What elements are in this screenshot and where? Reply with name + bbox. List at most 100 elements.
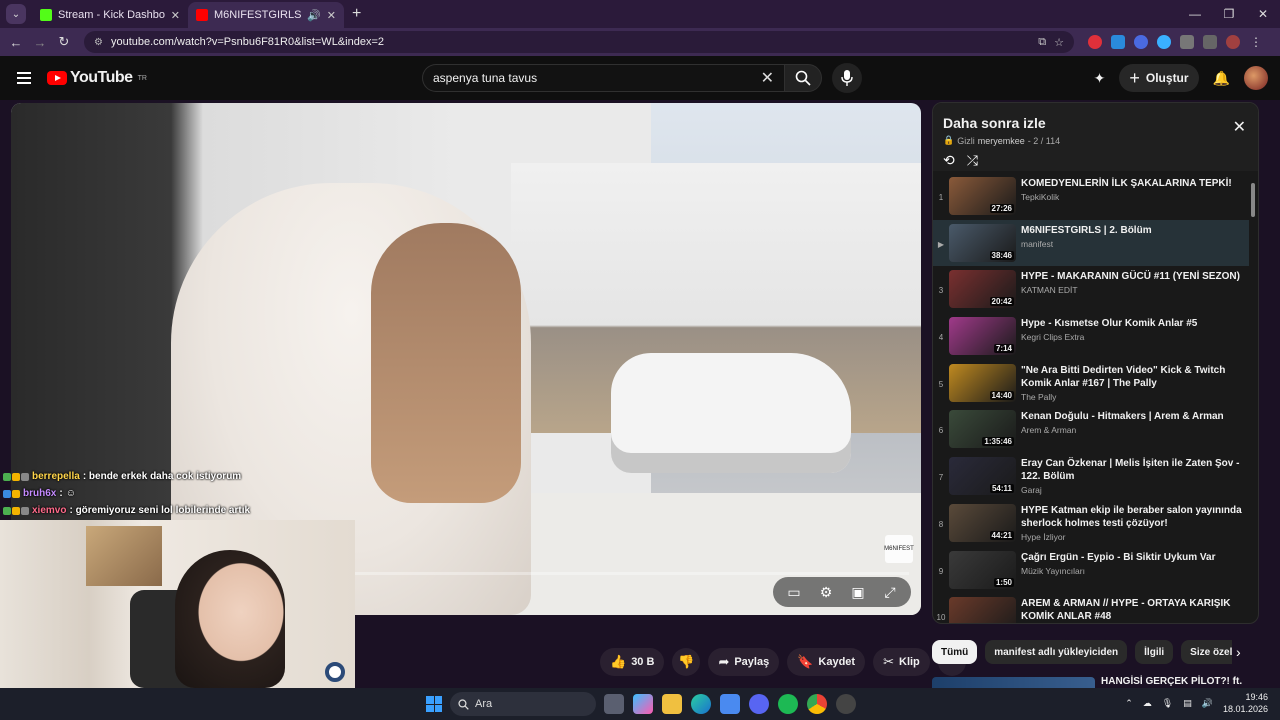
- search-input[interactable]: aspenya tuna tavus ✕: [422, 64, 784, 92]
- search-button[interactable]: [784, 64, 822, 92]
- task-view-icon[interactable]: [604, 694, 624, 714]
- discord-icon[interactable]: [749, 694, 769, 714]
- playlist-item[interactable]: 7 54:11 Eray Can Özkenar | Melis İşiten il…: [933, 453, 1249, 500]
- chip-all[interactable]: Tümü: [932, 640, 978, 664]
- close-tab-icon[interactable]: ✕: [327, 9, 336, 22]
- theater-mode-icon[interactable]: ▣: [845, 581, 871, 603]
- youtube-wordmark: YouTube: [70, 69, 133, 86]
- close-playlist-icon[interactable]: ✕: [1233, 117, 1246, 137]
- playlist-item[interactable]: 8 44:21 HYPE Katman ekip ile beraber salon…: [933, 500, 1249, 547]
- store-icon[interactable]: [720, 694, 740, 714]
- back-icon[interactable]: ←: [4, 35, 28, 50]
- extension-audio-icon[interactable]: [1134, 35, 1148, 49]
- microphone-tray-icon[interactable]: 🎙: [1162, 698, 1173, 709]
- create-button[interactable]: + Oluştur: [1119, 64, 1199, 92]
- share-button[interactable]: ➦ Paylaş: [708, 648, 780, 676]
- bookmark-icon: 🔖: [797, 654, 814, 669]
- playlist-scrollbar[interactable]: [1251, 183, 1255, 217]
- like-button[interactable]: 👍 30 B: [600, 648, 665, 676]
- player-controls: ▭ ⚙ ▣ ⤢: [773, 577, 911, 607]
- spotify-icon[interactable]: [778, 694, 798, 714]
- chat-sparkle-icon[interactable]: ✦: [1094, 70, 1106, 87]
- voice-search-button[interactable]: [832, 63, 862, 93]
- install-app-icon[interactable]: ⧉: [1038, 36, 1046, 49]
- url-field[interactable]: ⚙ youtube.com/watch?v=Psnbu6F81R0&list=W…: [84, 31, 1074, 53]
- playlist-item[interactable]: 5 14:40 "Ne Ara Bitti Dedirten Video" Kick…: [933, 360, 1249, 407]
- account-avatar[interactable]: [1244, 66, 1268, 90]
- plus-icon: +: [1129, 67, 1140, 88]
- onedrive-icon[interactable]: ☁: [1143, 698, 1152, 709]
- tray-overflow-icon[interactable]: ⌃: [1125, 698, 1133, 709]
- playlist-item-title: Çağrı Ergün - Eypio - Bi Siktir Uykum Va…: [1021, 551, 1216, 563]
- minimize-icon[interactable]: —: [1178, 0, 1212, 28]
- playlist-item[interactable]: 1011:02AREM & ARMAN // HYPE - ORTAYA KAR…: [933, 593, 1249, 623]
- dislike-button[interactable]: 👎: [672, 648, 701, 676]
- extensions-puzzle-icon[interactable]: [1180, 35, 1194, 49]
- video-frame-car: [611, 353, 851, 473]
- taskbar-clock[interactable]: 19:46 18.01.2026: [1223, 691, 1268, 715]
- playlist-item-text: Eray Can Özkenar | Melis İşiten ile Zate…: [1021, 457, 1249, 495]
- new-tab-button[interactable]: +: [352, 5, 361, 23]
- site-info-icon[interactable]: ⚙: [94, 37, 103, 48]
- network-icon[interactable]: ▤: [1183, 698, 1192, 709]
- tab-search-button[interactable]: ⌄: [6, 4, 26, 24]
- audio-icon[interactable]: 🔊: [307, 9, 321, 22]
- playlist-privacy: Gizli: [957, 135, 975, 146]
- reload-icon[interactable]: ↻: [52, 34, 76, 50]
- fullscreen-icon[interactable]: ⤢: [877, 581, 903, 603]
- volume-icon[interactable]: 🔊: [1202, 698, 1213, 709]
- playlist-item-duration: 7:14: [993, 344, 1014, 354]
- close-window-icon[interactable]: ✕: [1246, 0, 1280, 28]
- forward-icon[interactable]: →: [28, 35, 52, 50]
- recommended-video[interactable]: HANGİSİ GERÇEK PİLOT?! ft.: [932, 676, 1252, 688]
- extension-translate-icon[interactable]: [1111, 35, 1125, 49]
- chip-for-you[interactable]: Size özel: [1181, 640, 1232, 664]
- chip-related[interactable]: İlgili: [1135, 640, 1174, 664]
- settings-gear-icon[interactable]: ⚙: [813, 581, 839, 603]
- chrome-icon[interactable]: [807, 694, 827, 714]
- subtitles-icon[interactable]: ▭: [781, 581, 807, 603]
- video-actions: 👍 30 B 👎 ➦ Paylaş 🔖 Kaydet ✂ Klip ⋯: [600, 648, 966, 676]
- playlist-item[interactable]: 4 7:14 Hype - Kısmetse Olur Komik Anlar #5…: [933, 313, 1249, 360]
- chevron-right-icon[interactable]: ›: [1236, 644, 1241, 660]
- playlist-owner[interactable]: meryemkee: [978, 136, 1025, 146]
- clip-button[interactable]: ✂ Klip: [873, 648, 930, 676]
- save-button[interactable]: 🔖 Kaydet: [787, 648, 866, 676]
- youtube-logo[interactable]: YouTube TR: [47, 69, 147, 87]
- edge-icon[interactable]: [691, 694, 711, 714]
- playlist-item[interactable]: 9 1:50 Çağrı Ergün - Eypio - Bi Siktir Uyk…: [933, 547, 1249, 594]
- playlist-item-thumbnail: 1:35:46: [949, 410, 1016, 449]
- search-bar: aspenya tuna tavus ✕: [422, 63, 862, 93]
- notifications-bell-icon[interactable]: 🔔: [1213, 70, 1230, 87]
- bookmark-star-icon[interactable]: ☆: [1054, 36, 1064, 49]
- tab-kick-dashboard[interactable]: Stream - Kick Dashboard ✕: [32, 2, 188, 28]
- close-tab-icon[interactable]: ✕: [171, 9, 180, 22]
- playlist-item[interactable]: ▶ 38:46 M6NIFESTGIRLS | 2. Bölüm manifest: [933, 219, 1249, 267]
- channel-watermark[interactable]: M6NIFEST: [884, 535, 914, 563]
- playlist-item[interactable]: 3 20:42 HYPE - MAKARANIN GÜCÜ #11 (YENİ SE…: [933, 266, 1249, 313]
- playlist-item-text: "Ne Ara Bitti Dedirten Video" Kick & Twi…: [1021, 364, 1249, 402]
- profile-avatar-icon[interactable]: [1226, 35, 1240, 49]
- browser-menu-icon[interactable]: ⋮: [1249, 35, 1263, 49]
- restore-icon[interactable]: ❐: [1212, 0, 1246, 28]
- media-control-icon[interactable]: [1203, 35, 1217, 49]
- file-explorer-icon[interactable]: [662, 694, 682, 714]
- playlist-title[interactable]: Daha sonra izle: [943, 115, 1248, 131]
- playlist-item[interactable]: 1 27:26 KOMEDYENLERİN İLK ŞAKALARINA TEPKİ…: [933, 173, 1249, 220]
- playlist-item[interactable]: 6 1:35:46 Kenan Doğulu - Hitmakers | Arem …: [933, 406, 1249, 453]
- extension-red-icon[interactable]: [1088, 35, 1102, 49]
- extension-blue-icon[interactable]: [1157, 35, 1171, 49]
- copilot-icon[interactable]: [633, 694, 653, 714]
- tab-youtube-video[interactable]: M6NIFESTGIRLS | 2. Bölüm 🔊 ✕: [188, 2, 344, 28]
- shuffle-icon[interactable]: ⤮: [967, 152, 978, 169]
- menu-icon[interactable]: [17, 72, 31, 84]
- chip-uploader[interactable]: manifest adlı yükleyiciden: [985, 640, 1128, 664]
- chat-line: bruh6x : ☺: [0, 485, 360, 502]
- taskbar-search[interactable]: Ara: [450, 692, 596, 716]
- system-tray: ⌃ ☁ 🎙 ▤ 🔊 19:46 18.01.2026: [1125, 691, 1268, 715]
- app-icon[interactable]: [836, 694, 856, 714]
- clear-search-icon[interactable]: ✕: [761, 68, 774, 88]
- loop-icon[interactable]: ⟲: [943, 152, 955, 169]
- windows-start-icon[interactable]: [426, 696, 442, 712]
- playlist-item-duration: 27:26: [989, 204, 1014, 213]
